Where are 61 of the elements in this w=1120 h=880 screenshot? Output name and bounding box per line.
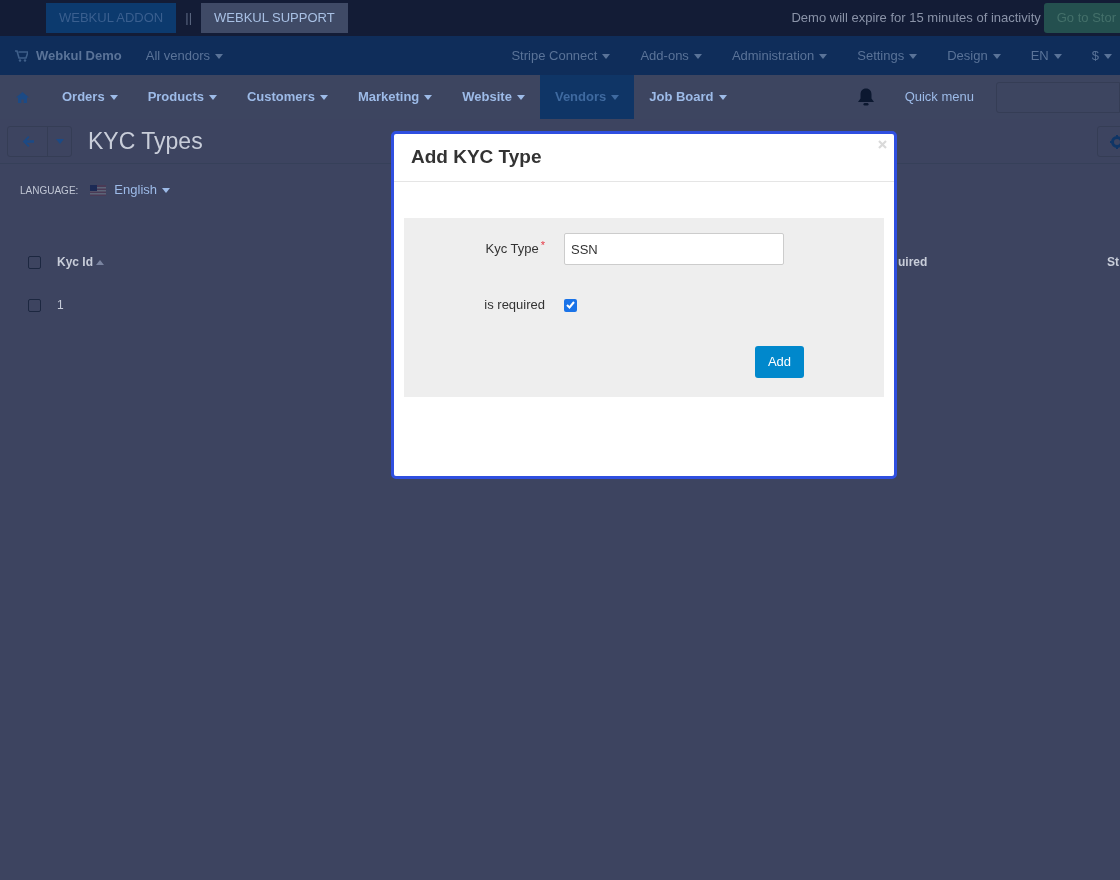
table-cell-text: 1	[57, 297, 64, 314]
tab-button[interactable]: WEBKUL SUPPORT	[201, 3, 348, 33]
caret-icon	[718, 95, 727, 101]
menu-item[interactable]: Administration	[731, 45, 828, 66]
column-header[interactable]: uired	[898, 253, 928, 271]
menu-item[interactable]: Design	[947, 45, 1001, 66]
separator-text: ||	[185, 9, 193, 28]
caret-icon	[319, 95, 328, 101]
caret-icon	[424, 95, 433, 101]
field-label: is required	[484, 296, 545, 315]
caret-icon	[162, 187, 170, 193]
notice-text: Demo will expire for 15 minutes of inactivity	[791, 9, 1041, 28]
caret-icon	[992, 53, 1001, 59]
menu-item[interactable]: Add-ons	[640, 45, 702, 66]
nav-tab[interactable]: Customers	[232, 75, 343, 119]
add-button[interactable]: Add	[755, 346, 804, 378]
caret-icon	[1104, 53, 1112, 59]
menu-item[interactable]: Stripe Connect	[511, 45, 611, 66]
caret-icon	[909, 53, 918, 59]
language-label: LANGUAGE:	[20, 183, 79, 198]
language-dropdown[interactable]: English	[90, 180, 170, 200]
settings-icon	[1110, 134, 1120, 149]
checkbox[interactable]	[28, 298, 41, 312]
caret-icon	[109, 95, 118, 101]
sort-icon	[96, 259, 104, 265]
caret-icon	[602, 53, 611, 59]
text-field[interactable]: SSN	[564, 233, 784, 265]
close-icon	[877, 139, 887, 149]
nav-tab[interactable]: Marketing	[342, 75, 448, 119]
select-all-checkbox[interactable]	[28, 255, 41, 269]
caret-icon	[55, 138, 64, 144]
menu-item[interactable]: Settings	[857, 45, 918, 66]
caret-icon	[693, 53, 702, 59]
flag-icon	[90, 184, 107, 196]
column-header[interactable]: St	[1107, 253, 1119, 271]
back-arrow-icon	[21, 135, 34, 147]
caret-icon	[209, 95, 217, 101]
home-icon[interactable]	[16, 91, 29, 103]
nav-tab[interactable]: Orders	[47, 75, 133, 119]
checkbox[interactable]	[564, 298, 577, 312]
nav-tab[interactable]: Products	[132, 75, 232, 119]
quick-menu-link[interactable]: Quick menu	[904, 75, 974, 119]
cart-icon	[15, 49, 28, 62]
page-title: KYC Types	[88, 126, 203, 156]
caret-icon	[516, 95, 525, 101]
column-header[interactable]: Kyc Id	[57, 253, 104, 271]
bell-icon[interactable]	[856, 87, 875, 107]
required-mark: *	[540, 238, 545, 254]
menu-item[interactable]: EN	[1030, 45, 1062, 66]
menu-item[interactable]: $	[1091, 45, 1112, 66]
nav-tab[interactable]: Job Board	[634, 75, 742, 119]
caret-icon	[1053, 53, 1062, 59]
close-button[interactable]	[876, 138, 888, 150]
dialog-title: Add KYC Type	[411, 145, 542, 170]
caret-icon	[611, 95, 620, 101]
shop-name: Webkul Demo	[36, 46, 122, 65]
caret-icon	[819, 53, 828, 59]
vendor-dropdown[interactable]: All vendors	[145, 45, 224, 66]
field-label: Kyc Type	[485, 240, 539, 259]
nav-tab[interactable]: Website	[447, 75, 540, 119]
caret-icon	[215, 53, 224, 59]
